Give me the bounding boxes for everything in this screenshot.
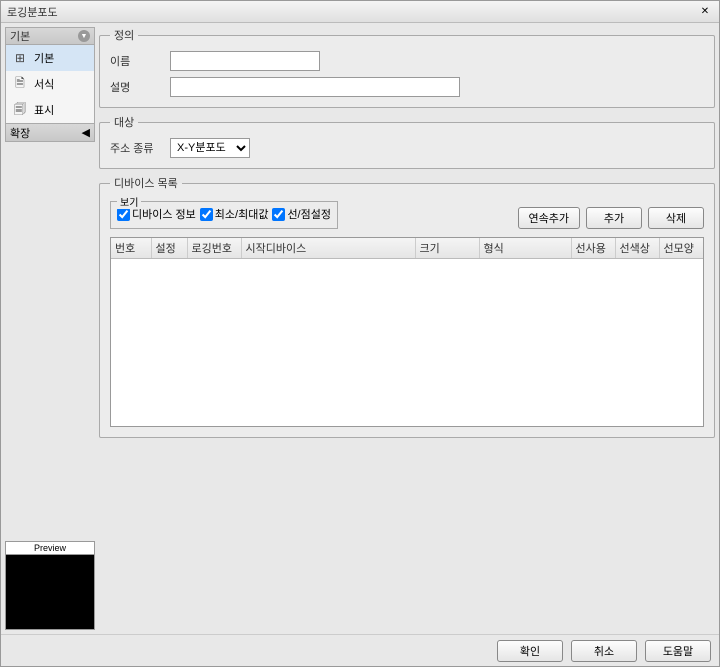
col-line-use[interactable]: 선사용 — [571, 238, 615, 258]
view-label: 보기 — [117, 194, 141, 209]
sidebar-items: ⊞ 기본 🗎 서식 🗐 표시 — [5, 45, 95, 124]
ok-button[interactable]: 확인 — [497, 640, 563, 662]
main-panel: 정의 이름 설명 대상 주소 종류 X-Y분포도 — [99, 27, 715, 630]
sidebar-item-display[interactable]: 🗐 표시 — [6, 97, 94, 123]
dialog-footer: 확인 취소 도움말 — [1, 634, 719, 666]
addr-type-select[interactable]: X-Y분포도 — [170, 138, 250, 158]
col-log-number[interactable]: 로깅번호 — [187, 238, 241, 258]
device-list-group: 디바이스 목록 보기 디바이스 정보 최소/최대값 — [99, 175, 715, 438]
device-list-legend: 디바이스 목록 — [110, 175, 182, 191]
desc-label: 설명 — [110, 79, 160, 95]
window-title: 로깅분포도 — [7, 4, 58, 20]
col-setting[interactable]: 설정 — [151, 238, 187, 258]
sidebar-basic-label: 기본 — [10, 28, 30, 44]
titlebar: 로깅분포도 ✕ — [1, 1, 719, 23]
col-start-device[interactable]: 시작디바이스 — [241, 238, 415, 258]
dialog-window: 로깅분포도 ✕ 기본 ▼ ⊞ 기본 🗎 서식 🗐 표시 — [0, 0, 720, 667]
close-icon[interactable]: ✕ — [697, 5, 713, 19]
pages-icon: 🗐 — [12, 102, 28, 118]
desc-input[interactable] — [170, 77, 460, 97]
name-label: 이름 — [110, 53, 160, 69]
checkbox-line-point[interactable] — [272, 208, 285, 221]
add-sequential-button[interactable]: 연속추가 — [518, 207, 580, 229]
preview-canvas — [5, 555, 95, 630]
checkbox-device-info[interactable] — [117, 208, 130, 221]
addr-type-label: 주소 종류 — [110, 140, 160, 156]
grid-icon: ⊞ — [12, 50, 28, 66]
chevron-left-icon: ◀ — [82, 126, 90, 139]
check-line-point[interactable]: 선/점설정 — [272, 206, 331, 222]
sidebar-expand-header[interactable]: 확장 ◀ — [5, 124, 95, 142]
check-minmax[interactable]: 최소/최대값 — [200, 206, 269, 222]
sidebar: 기본 ▼ ⊞ 기본 🗎 서식 🗐 표시 확장 ◀ — [5, 27, 95, 630]
name-input[interactable] — [170, 51, 320, 71]
add-button[interactable]: 추가 — [586, 207, 642, 229]
preview-label: Preview — [5, 541, 95, 555]
target-legend: 대상 — [110, 114, 138, 130]
col-number[interactable]: 번호 — [111, 238, 151, 258]
col-line-shape[interactable]: 선모양 — [659, 238, 703, 258]
device-table: 번호 설정 로깅번호 시작디바이스 크기 형식 선사용 선색상 선모양 — [111, 238, 703, 259]
cancel-button[interactable]: 취소 — [571, 640, 637, 662]
help-button[interactable]: 도움말 — [645, 640, 711, 662]
table-header-row: 번호 설정 로깅번호 시작디바이스 크기 형식 선사용 선색상 선모양 — [111, 238, 703, 258]
sidebar-item-label: 서식 — [34, 76, 54, 92]
definition-group: 정의 이름 설명 — [99, 27, 715, 108]
preview-panel: Preview — [5, 541, 95, 630]
col-format[interactable]: 형식 — [479, 238, 571, 258]
sidebar-item-label: 표시 — [34, 102, 54, 118]
checkbox-minmax[interactable] — [200, 208, 213, 221]
sidebar-expand-label: 확장 — [10, 125, 30, 141]
delete-button[interactable]: 삭제 — [648, 207, 704, 229]
definition-legend: 정의 — [110, 27, 138, 43]
document-icon: 🗎 — [12, 76, 28, 92]
chevron-down-icon: ▼ — [78, 30, 90, 42]
col-line-color[interactable]: 선색상 — [615, 238, 659, 258]
dialog-body: 기본 ▼ ⊞ 기본 🗎 서식 🗐 표시 확장 ◀ — [1, 23, 719, 634]
view-box: 보기 디바이스 정보 최소/최대값 — [110, 201, 338, 229]
sidebar-item-label: 기본 — [34, 50, 54, 66]
sidebar-item-basic[interactable]: ⊞ 기본 — [6, 45, 94, 71]
col-size[interactable]: 크기 — [415, 238, 479, 258]
sidebar-basic-header[interactable]: 기본 ▼ — [5, 27, 95, 45]
device-table-wrap[interactable]: 번호 설정 로깅번호 시작디바이스 크기 형식 선사용 선색상 선모양 — [110, 237, 704, 427]
target-group: 대상 주소 종류 X-Y분포도 — [99, 114, 715, 169]
sidebar-item-format[interactable]: 🗎 서식 — [6, 71, 94, 97]
